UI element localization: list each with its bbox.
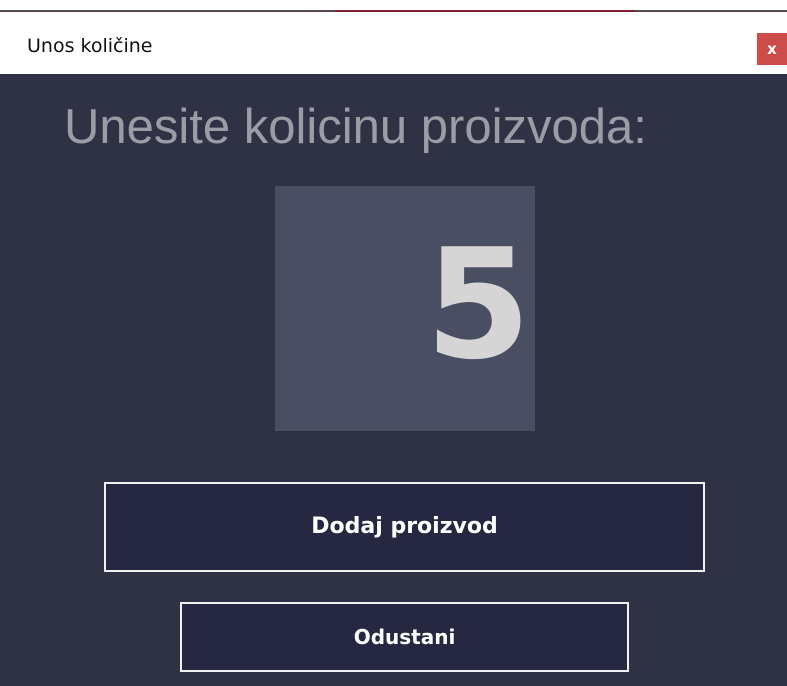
add-product-button[interactable]: Dodaj proizvod <box>104 482 705 572</box>
quantity-dialog-window: Unos količine x Unesite kolicinu proizvo… <box>0 0 787 686</box>
window-title: Unos količine <box>27 35 153 57</box>
quantity-value[interactable]: 5 <box>425 220 531 390</box>
window-top-strip <box>0 0 787 20</box>
dialog-content: Unesite kolicinu proizvoda: 5 Dodaj proi… <box>0 74 787 686</box>
title-bar: Unos količine x <box>0 20 787 74</box>
close-icon: x <box>767 40 777 58</box>
close-button[interactable]: x <box>757 33 787 65</box>
quantity-input-box[interactable]: 5 <box>275 186 535 431</box>
window-top-accent <box>335 10 635 12</box>
cancel-button[interactable]: Odustani <box>180 602 629 672</box>
quantity-prompt: Unesite kolicinu proizvoda: <box>64 100 647 154</box>
